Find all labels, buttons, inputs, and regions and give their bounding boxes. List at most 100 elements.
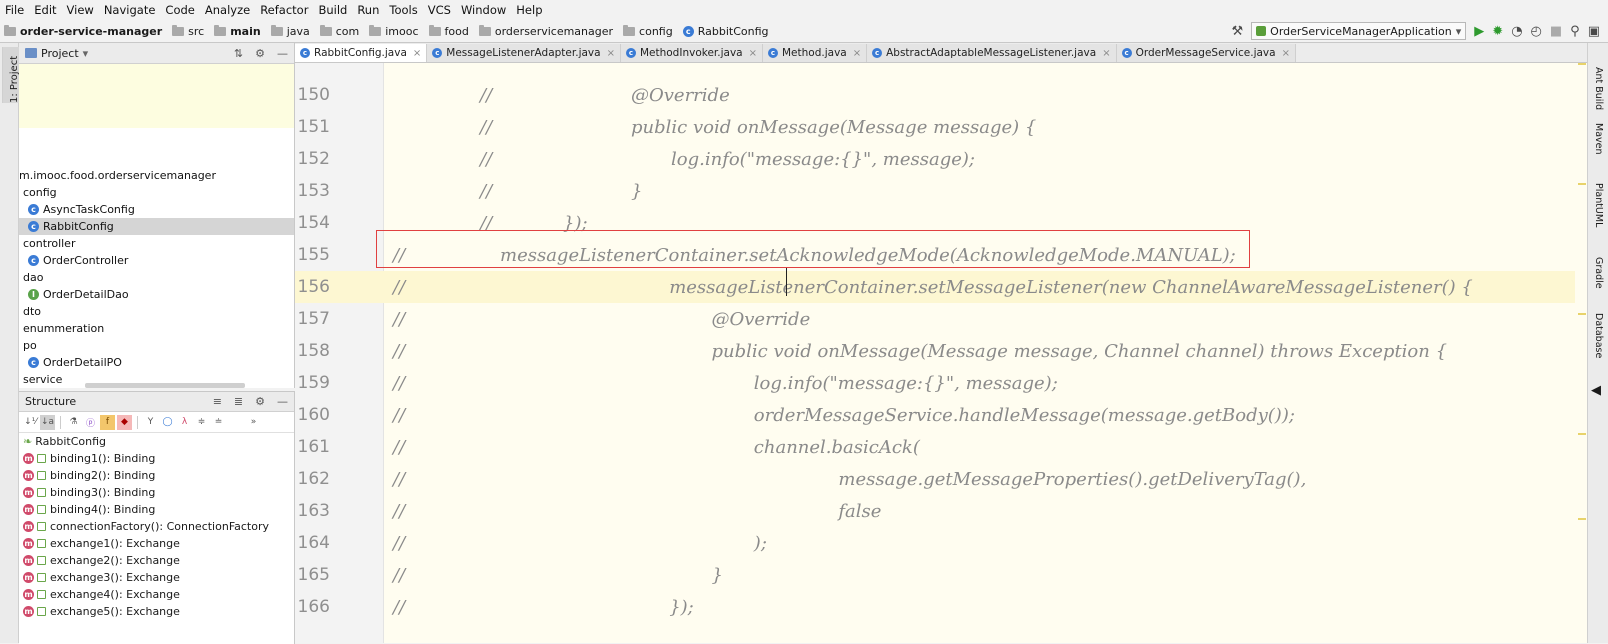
code-line[interactable]: 152//log.info("message:{}", message); xyxy=(295,143,1575,175)
code-line[interactable]: 156//messageListenerContainer.setMessage… xyxy=(295,271,1575,303)
breadcrumb-item[interactable]: orderservicemanager xyxy=(475,25,619,38)
collapse-arrow-icon[interactable]: ◀ xyxy=(1591,383,1601,398)
structure-member[interactable]: mexchange1(): Exchange xyxy=(19,535,294,552)
breadcrumb-item[interactable]: cRabbitConfig xyxy=(679,25,775,38)
menu-item-analyze[interactable]: Analyze xyxy=(200,3,255,17)
structure-root[interactable]: ❧ RabbitConfig xyxy=(19,433,294,450)
code-line[interactable]: 150//@Override xyxy=(295,79,1575,111)
code-line[interactable]: 158//public void onMessage(Message messa… xyxy=(295,335,1575,367)
gear-icon[interactable]: ⚙ xyxy=(255,47,265,60)
close-icon[interactable]: × xyxy=(413,48,421,59)
tree-item[interactable]: cAsyncTaskConfig xyxy=(19,201,294,218)
more-icon[interactable]: » xyxy=(246,415,261,430)
breadcrumb-item[interactable]: config xyxy=(619,25,679,38)
gradle-tool-tab[interactable]: Gradle xyxy=(1591,257,1605,289)
close-icon[interactable]: × xyxy=(749,48,757,59)
tree-item[interactable]: m.imooc.food.orderservicemanager xyxy=(19,167,294,184)
code-line[interactable]: 153//} xyxy=(295,175,1575,207)
tree-item[interactable]: cRabbitConfig xyxy=(19,218,294,235)
profile-icon[interactable]: ◴ xyxy=(1531,24,1542,39)
structure-member[interactable]: mexchange3(): Exchange xyxy=(19,569,294,586)
hide-panel-icon[interactable]: — xyxy=(277,47,288,60)
plantuml-tool-tab[interactable]: PlantUML xyxy=(1591,183,1605,227)
structure-member[interactable]: mexchange2(): Exchange xyxy=(19,552,294,569)
code-line[interactable]: 151//public void onMessage(Message messa… xyxy=(295,111,1575,143)
menu-item-file[interactable]: File xyxy=(0,3,29,17)
editor-tab[interactable]: cMessageListenerAdapter.java× xyxy=(427,44,621,62)
maven-tool-tab[interactable]: Maven xyxy=(1591,123,1605,155)
lambdas-icon[interactable]: λ xyxy=(177,415,192,430)
code-line[interactable]: 164//); xyxy=(295,527,1575,559)
menu-item-vcs[interactable]: VCS xyxy=(423,3,456,17)
run-icon[interactable]: ▶ xyxy=(1474,24,1484,39)
database-tool-tab[interactable]: Database xyxy=(1591,313,1605,358)
breadcrumb-item[interactable]: order-service-manager xyxy=(0,25,168,38)
structure-member[interactable]: mconnectionFactory(): ConnectionFactory xyxy=(19,518,294,535)
tree-item[interactable]: dto xyxy=(19,303,294,320)
tree-item[interactable]: config xyxy=(19,184,294,201)
menu-item-window[interactable]: Window xyxy=(456,3,511,17)
tree-item[interactable]: cOrderController xyxy=(19,252,294,269)
menu-item-edit[interactable]: Edit xyxy=(29,3,61,17)
filter-icon[interactable]: Y xyxy=(143,415,158,430)
show-non-public-icon[interactable]: ◆ xyxy=(117,415,132,430)
structure-member[interactable]: mbinding2(): Binding xyxy=(19,467,294,484)
show-properties-icon[interactable]: ⓟ xyxy=(83,415,98,430)
search-icon[interactable]: ⚲ xyxy=(1570,24,1580,39)
close-icon[interactable]: × xyxy=(853,48,861,59)
debug-icon[interactable]: ✹ xyxy=(1492,24,1503,39)
code-line[interactable]: 159//log.info("message:{}", message); xyxy=(295,367,1575,399)
editor-tab[interactable]: cAbstractAdaptableMessageListener.java× xyxy=(867,44,1116,62)
expand-icon[interactable]: ≑ xyxy=(194,415,209,430)
structure-member[interactable]: mbinding4(): Binding xyxy=(19,501,294,518)
ant-build-tool-tab[interactable]: Ant Build xyxy=(1591,67,1605,110)
sort-alpha-icon[interactable]: ↓a xyxy=(40,415,55,430)
hide-panel-icon[interactable]: — xyxy=(277,395,288,408)
structure-member[interactable]: mexchange5(): Exchange xyxy=(19,603,294,620)
hammer-icon[interactable]: ⚒ xyxy=(1232,24,1244,39)
editor-tab[interactable]: cMethodInvoker.java× xyxy=(621,44,763,62)
show-fields-icon[interactable]: f xyxy=(100,415,115,430)
menu-item-refactor[interactable]: Refactor xyxy=(255,3,313,17)
collapse-all-icon[interactable]: ⇅ xyxy=(234,47,243,60)
code-line[interactable]: 166//}); xyxy=(295,591,1575,623)
breadcrumb-item[interactable]: src xyxy=(168,25,210,38)
structure-member[interactable]: mbinding3(): Binding xyxy=(19,484,294,501)
tree-item[interactable]: po xyxy=(19,337,294,354)
code-line[interactable]: 161//channel.basicAck( xyxy=(295,431,1575,463)
code-line[interactable]: 163//false xyxy=(295,495,1575,527)
tree-item[interactable]: controller xyxy=(19,235,294,252)
collapse-all-icon[interactable]: ≣ xyxy=(234,395,243,408)
collapse-icon[interactable]: ≐ xyxy=(211,415,226,430)
code-area[interactable]: 150//@Override151//public void onMessage… xyxy=(295,63,1588,643)
breadcrumb-item[interactable]: imooc xyxy=(365,25,424,38)
close-icon[interactable]: × xyxy=(1102,48,1110,59)
menu-item-tools[interactable]: Tools xyxy=(384,3,422,17)
close-icon[interactable]: × xyxy=(607,48,615,59)
gear-icon[interactable]: ⚙ xyxy=(255,395,265,408)
tree-item[interactable]: enummeration xyxy=(19,320,294,337)
code-line[interactable]: 157//@Override xyxy=(295,303,1575,335)
breadcrumb-item[interactable]: main xyxy=(210,25,267,38)
show-inherited-icon[interactable]: ⚗ xyxy=(66,415,81,430)
layout-icon[interactable]: ▣ xyxy=(1588,24,1600,39)
menu-item-view[interactable]: View xyxy=(62,3,99,17)
breadcrumb-item[interactable]: food xyxy=(425,25,475,38)
run-configuration-select[interactable]: OrderServiceManagerApplication ▾ xyxy=(1251,22,1466,40)
horizontal-scrollbar[interactable] xyxy=(85,383,245,388)
editor-tab[interactable]: cOrderMessageService.java× xyxy=(1117,44,1296,62)
stop-icon[interactable]: ■ xyxy=(1550,24,1562,39)
tree-item[interactable]: IOrderDetailDao xyxy=(19,286,294,303)
breadcrumb-item[interactable]: java xyxy=(267,25,316,38)
code-line[interactable]: 165//} xyxy=(295,559,1575,591)
menu-item-run[interactable]: Run xyxy=(352,3,384,17)
structure-member[interactable]: mexchange4(): Exchange xyxy=(19,586,294,603)
breadcrumb-item[interactable]: com xyxy=(316,25,366,38)
code-line[interactable]: 160//orderMessageService.handleMessage(m… xyxy=(295,399,1575,431)
structure-member[interactable]: mbinding1(): Binding xyxy=(19,450,294,467)
code-line[interactable]: 162//message.getMessageProperties().getD… xyxy=(295,463,1575,495)
coverage-icon[interactable]: ◔ xyxy=(1511,24,1522,39)
editor-tab[interactable]: cRabbitConfig.java× xyxy=(295,44,427,62)
menu-item-help[interactable]: Help xyxy=(511,3,547,17)
editor-tab[interactable]: cMethod.java× xyxy=(763,44,867,62)
